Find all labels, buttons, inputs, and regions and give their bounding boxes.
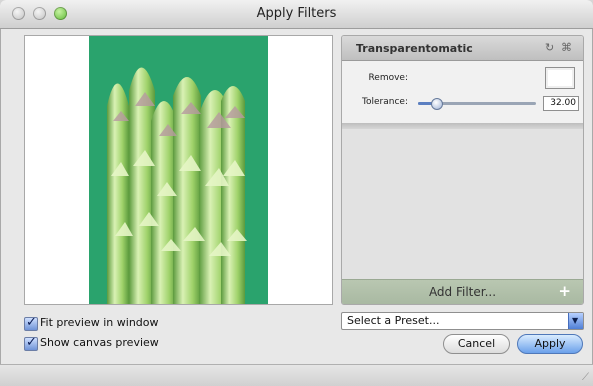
filter-divider (342, 123, 583, 129)
tolerance-slider[interactable] (418, 98, 536, 110)
fit-preview-checkbox[interactable]: ✓ (24, 315, 38, 331)
apply-filters-window: Apply Filters Transparentomatic ↻ ⌘ Remo… (0, 0, 593, 386)
remove-color-well[interactable] (545, 67, 575, 89)
preset-selected-value: Select a Preset... (347, 314, 440, 327)
image-preview (24, 35, 333, 305)
remove-label: Remove: (368, 73, 408, 83)
checkmark-icon: ✓ (26, 315, 37, 330)
add-filter-plus-icon[interactable]: + (558, 282, 571, 300)
filter-name: Transparentomatic (356, 42, 473, 55)
filter-panel: Transparentomatic ↻ ⌘ Remove: Tolerance:… (341, 35, 584, 305)
status-bar: ⟋ (0, 364, 593, 386)
window-title: Apply Filters (256, 6, 337, 21)
show-canvas-checkbox[interactable]: ✓ (24, 335, 38, 351)
refresh-icon[interactable]: ↻ (545, 41, 554, 54)
apply-button[interactable]: Apply (517, 334, 583, 354)
tolerance-value-field[interactable]: 32.00 (543, 96, 579, 111)
fit-preview-label: Fit preview in window (40, 316, 159, 329)
preset-dropdown-arrow-icon[interactable]: ▼ (568, 313, 583, 329)
tolerance-label: Tolerance: (362, 97, 408, 107)
remove-filter-icon[interactable]: ⌘ (561, 41, 572, 54)
filter-header: Transparentomatic ↻ ⌘ (342, 36, 583, 61)
preset-select[interactable]: Select a Preset... ▼ (341, 312, 584, 330)
add-filter-bar[interactable]: Add Filter... + (342, 279, 583, 304)
show-canvas-label: Show canvas preview (40, 336, 159, 349)
asparagus-image (89, 36, 268, 304)
cancel-button[interactable]: Cancel (443, 334, 510, 354)
title-bar: Apply Filters (0, 0, 593, 29)
add-filter-label[interactable]: Add Filter... (342, 285, 583, 299)
filter-settings: Remove: Tolerance: 32.00 (342, 61, 583, 124)
checkmark-icon: ✓ (26, 335, 37, 350)
resize-grip-icon[interactable]: ⟋ (582, 372, 589, 383)
asparagus-photo (89, 36, 268, 304)
tolerance-slider-knob[interactable] (430, 98, 443, 110)
